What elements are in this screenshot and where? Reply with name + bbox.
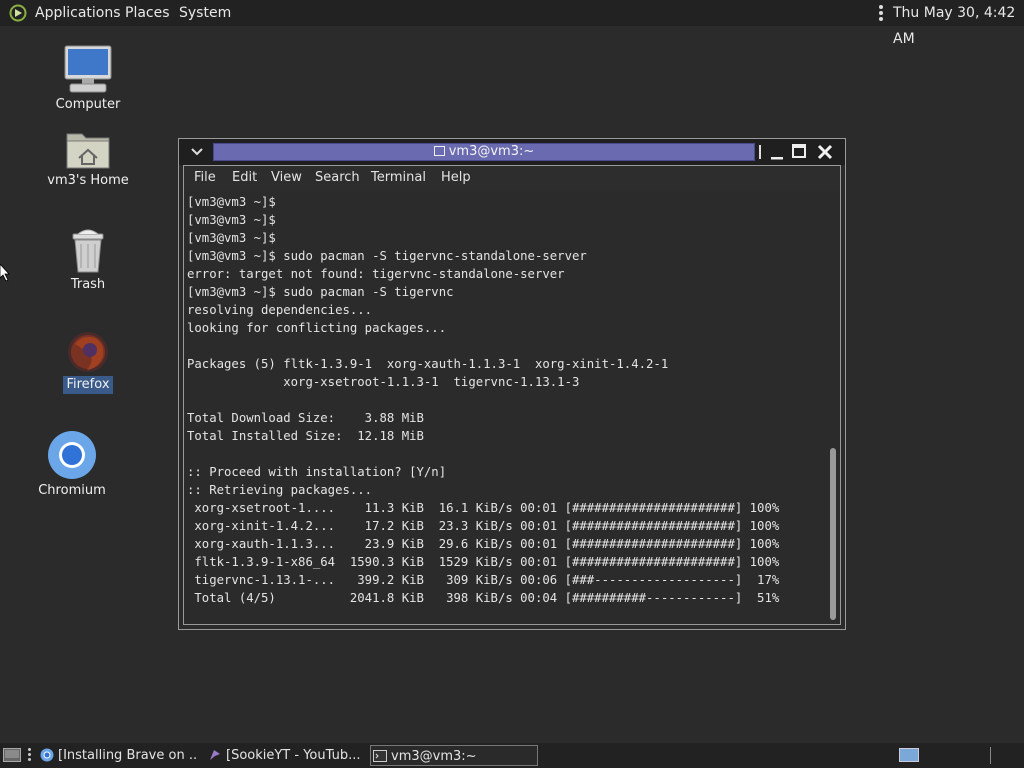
menu-view[interactable]: View xyxy=(271,166,302,190)
terminal-icon xyxy=(373,750,387,762)
desktop-icon-label: vm3's Home xyxy=(47,173,129,188)
window-menu-button[interactable] xyxy=(187,144,207,160)
taskbar-task-terminal[interactable]: vm3@vm3:~ xyxy=(370,745,538,766)
chromium-icon xyxy=(48,431,96,479)
firefox-icon xyxy=(68,332,108,372)
terminal-menubar: File Edit View Search Terminal Help xyxy=(184,166,840,190)
close-button[interactable] xyxy=(815,142,835,162)
taskbar-task-youtube[interactable]: [SookieYT - YouTub... xyxy=(206,745,366,766)
menu-places[interactable]: Places xyxy=(125,0,170,26)
desktop-icon-trash[interactable]: Trash xyxy=(48,228,128,294)
chromium-icon xyxy=(40,748,54,762)
home-folder-icon xyxy=(66,133,110,169)
desktop-icon-computer[interactable]: Computer xyxy=(48,44,128,114)
menu-help[interactable]: Help xyxy=(441,166,471,190)
chevron-down-icon xyxy=(191,148,203,156)
menu-edit[interactable]: Edit xyxy=(232,166,257,190)
title-bar[interactable]: vm3@vm3:~ xyxy=(179,139,845,165)
window-title[interactable]: vm3@vm3:~ xyxy=(213,143,755,161)
menu-applications[interactable]: Applications xyxy=(35,0,121,26)
applications-logo-icon[interactable] xyxy=(9,4,27,22)
app-icon xyxy=(210,750,220,760)
top-panel: Applications Places System Thu May 30, 4… xyxy=(0,0,1024,47)
taskbar-task-label: [SookieYT - YouTub... xyxy=(226,748,361,763)
desktop-icon-label: Firefox xyxy=(63,376,113,394)
bottom-taskbar: [Installing Brave on ... [SookieYT - You… xyxy=(0,743,1024,768)
trash-icon xyxy=(72,229,104,273)
menu-terminal[interactable]: Terminal xyxy=(371,166,426,190)
window-title-text: vm3@vm3:~ xyxy=(448,144,535,159)
desktop-icon-label: Trash xyxy=(70,277,106,292)
workspace-switcher[interactable] xyxy=(899,748,919,762)
desktop-icon-home[interactable]: vm3's Home xyxy=(42,128,134,190)
mouse-pointer-icon xyxy=(0,264,10,282)
menu-file[interactable]: File xyxy=(194,166,216,190)
menu-search[interactable]: Search xyxy=(315,166,360,190)
desktop-icon-label: Chromium xyxy=(38,483,106,498)
terminal-output-area[interactable]: [vm3@vm3 ~]$ [vm3@vm3 ~]$ [vm3@vm3 ~]$ [… xyxy=(187,193,827,623)
minimize-button[interactable] xyxy=(769,145,785,161)
terminal-content: File Edit View Search Terminal Help [vm3… xyxy=(183,165,841,625)
desktop-icon-label: Computer xyxy=(55,97,121,112)
taskbar-task-brave[interactable]: [Installing Brave on ... xyxy=(38,745,198,766)
show-desktop-icon[interactable] xyxy=(3,748,21,762)
taskbar-task-label: vm3@vm3:~ xyxy=(391,749,477,764)
terminal-window[interactable]: vm3@vm3:~ File Edit View Search Terminal… xyxy=(178,138,846,630)
taskbar-separator xyxy=(990,747,991,764)
desktop-icon-chromium[interactable]: Chromium xyxy=(32,430,112,500)
scrollbar-thumb[interactable] xyxy=(830,448,836,620)
clock[interactable]: Thu May 30, 4:42 AM xyxy=(893,0,1024,52)
terminal-output: [vm3@vm3 ~]$ [vm3@vm3 ~]$ [vm3@vm3 ~]$ [… xyxy=(187,195,780,605)
taskbar-task-label: [Installing Brave on ... xyxy=(58,748,198,763)
panel-handle-icon xyxy=(879,5,883,21)
menu-system[interactable]: System xyxy=(179,0,231,26)
maximize-button[interactable] xyxy=(791,143,807,159)
terminal-icon xyxy=(433,146,445,156)
title-separator xyxy=(759,145,761,159)
computer-icon xyxy=(64,45,112,93)
taskbar-handle-icon xyxy=(28,748,32,764)
desktop-icon-firefox[interactable]: Firefox xyxy=(48,330,128,394)
